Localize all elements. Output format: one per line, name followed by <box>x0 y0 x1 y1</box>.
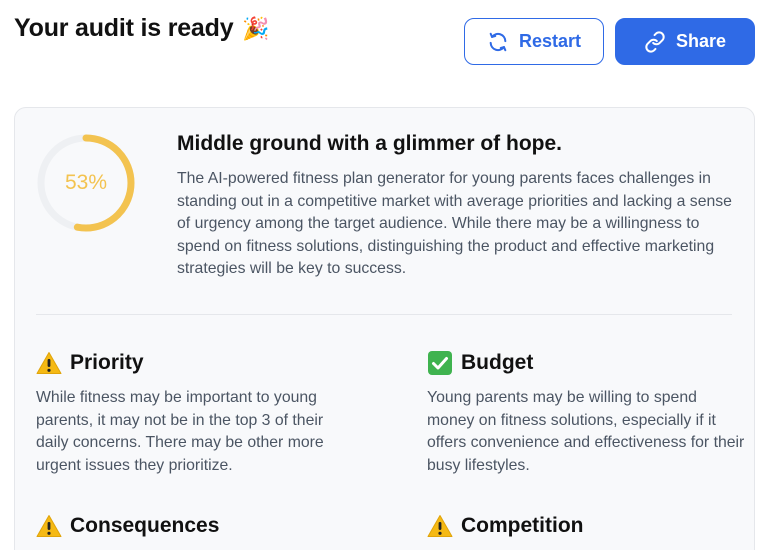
section-priority-body: While fitness may be important to young … <box>36 389 324 474</box>
divider <box>36 314 732 315</box>
section-budget-title: Budget <box>461 351 534 374</box>
refresh-icon <box>489 32 507 51</box>
section-consequences-title: Consequences <box>70 514 220 537</box>
restart-button[interactable]: Restart <box>464 18 604 65</box>
section-budget-body: Young parents may be willing to spend mo… <box>427 389 745 474</box>
section-priority: Priority While fitness may be important … <box>36 351 356 477</box>
section-competition-title: Competition <box>461 514 584 537</box>
warning-icon <box>36 352 62 374</box>
warning-icon <box>427 515 453 537</box>
summary-body: The AI-powered fitness plan generator fo… <box>177 170 732 277</box>
check-icon <box>428 351 452 375</box>
section-consequences-header: Consequences <box>36 514 219 538</box>
section-priority-header: Priority <box>36 351 356 375</box>
warning-icon <box>36 515 62 537</box>
summary-title: Middle ground with a glimmer of hope. <box>177 132 562 155</box>
share-button[interactable]: Share <box>615 18 755 65</box>
section-budget: Budget Young parents may be willing to s… <box>427 351 747 477</box>
link-icon <box>645 30 665 53</box>
section-competition-header: Competition <box>427 514 583 538</box>
section-competition: Competition <box>427 514 583 538</box>
page-title-text: Your audit is ready <box>14 14 234 42</box>
restart-button-label: Restart <box>518 31 582 51</box>
section-consequences: Consequences <box>36 514 219 538</box>
section-budget-header: Budget <box>427 351 747 375</box>
page-header: Your audit is ready 🎉 Restart Share <box>0 0 768 90</box>
party-popper-icon: 🎉 <box>242 16 270 41</box>
share-button-label: Share <box>675 31 727 51</box>
score-value: 53% <box>64 171 108 194</box>
section-priority-title: Priority <box>70 351 144 374</box>
page-title: Your audit is ready 🎉 <box>14 14 270 43</box>
